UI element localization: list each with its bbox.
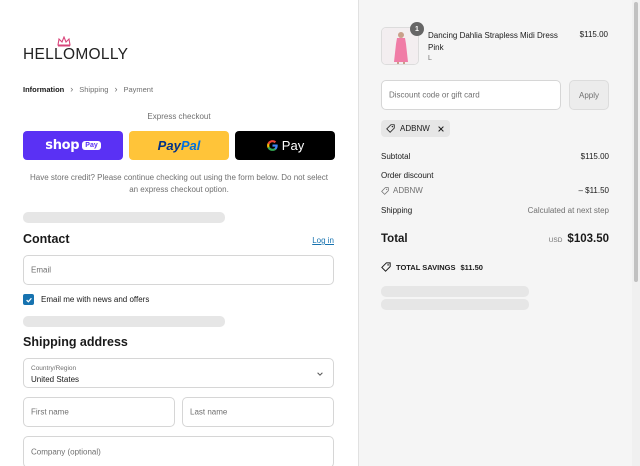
discount-code-label: ADBNW bbox=[393, 186, 423, 195]
order-discount-label: Order discount bbox=[381, 171, 434, 180]
last-name-placeholder: Last name bbox=[190, 407, 228, 417]
shop-pay-button[interactable]: shop Pay bbox=[23, 131, 123, 160]
tag-icon bbox=[381, 186, 389, 195]
country-value: United States bbox=[31, 375, 80, 384]
breadcrumb-payment[interactable]: Payment bbox=[123, 85, 153, 94]
total-currency: USD bbox=[548, 237, 563, 244]
shipping-label: Shipping bbox=[381, 206, 413, 215]
newsletter-checkbox[interactable] bbox=[23, 294, 34, 305]
order-discount-row: Order discount bbox=[381, 171, 609, 180]
loading-placeholder bbox=[381, 299, 529, 310]
chevron-right-icon: › bbox=[70, 84, 74, 94]
total-savings: TOTAL SAVINGS $11.50 bbox=[381, 262, 483, 272]
breadcrumb: Information › Shipping › Payment bbox=[23, 84, 153, 94]
order-summary: 1 Dancing Dahlia Strapless Midi Dress Pi… bbox=[358, 0, 640, 466]
total-row: Total USD $103.50 bbox=[381, 233, 609, 245]
breadcrumb-shipping[interactable]: Shipping bbox=[79, 85, 108, 94]
checkout-main: HELLOMOLLY Information › Shipping › Paym… bbox=[0, 0, 358, 466]
first-name-field[interactable]: First name bbox=[23, 397, 175, 427]
paypal-wordmark-pal: Pal bbox=[180, 138, 201, 153]
shop-pay-badge: Pay bbox=[82, 141, 101, 150]
email-field[interactable]: Email bbox=[23, 255, 334, 285]
login-link[interactable]: Log in bbox=[312, 236, 334, 245]
loading-placeholder bbox=[23, 316, 225, 327]
total-label: Total bbox=[381, 233, 408, 245]
company-placeholder: Company (optional) bbox=[31, 447, 101, 457]
product-price: $115.00 bbox=[579, 30, 608, 39]
chevron-down-icon bbox=[317, 372, 323, 376]
email-placeholder: Email bbox=[31, 265, 52, 275]
loading-placeholder bbox=[381, 286, 529, 297]
remove-discount-icon[interactable] bbox=[437, 125, 445, 133]
product-variant: L bbox=[428, 55, 432, 62]
subtotal-value: $115.00 bbox=[580, 152, 609, 161]
savings-value: $11.50 bbox=[460, 262, 483, 272]
company-field[interactable]: Company (optional) bbox=[23, 436, 334, 466]
last-name-field[interactable]: Last name bbox=[182, 397, 334, 427]
newsletter-label: Email me with news and offers bbox=[41, 295, 150, 304]
tag-icon bbox=[381, 262, 391, 272]
loading-placeholder bbox=[23, 212, 225, 223]
google-pay-button[interactable]: Pay bbox=[235, 131, 335, 160]
discount-code-wrap: ADBNW bbox=[381, 186, 423, 195]
quantity-badge: 1 bbox=[410, 22, 424, 36]
subtotal-label: Subtotal bbox=[381, 152, 411, 161]
breadcrumb-information: Information bbox=[23, 84, 65, 94]
tag-icon bbox=[386, 124, 395, 133]
savings-label: TOTAL SAVINGS bbox=[396, 262, 456, 272]
applied-code: ADBNW bbox=[400, 124, 430, 133]
shipping-row: Shipping Calculated at next step bbox=[381, 206, 609, 215]
google-g-icon bbox=[266, 140, 278, 151]
checkmark-icon bbox=[25, 297, 32, 303]
discount-placeholder: Discount code or gift card bbox=[389, 90, 480, 100]
total-value-wrap: USD $103.50 bbox=[549, 233, 609, 245]
discount-code-input[interactable]: Discount code or gift card bbox=[381, 80, 561, 110]
newsletter-option[interactable]: Email me with news and offers bbox=[23, 294, 149, 305]
paypal-wordmark-pay: Pay bbox=[157, 138, 181, 153]
shipping-value: Calculated at next step bbox=[527, 206, 609, 215]
first-name-placeholder: First name bbox=[31, 407, 69, 417]
scrollbar-thumb[interactable] bbox=[634, 2, 638, 282]
discount-code-row: ADBNW – $11.50 bbox=[381, 186, 609, 195]
chevron-right-icon: › bbox=[114, 84, 118, 94]
store-credit-note: Have store credit? Please continue check… bbox=[30, 173, 328, 194]
applied-discount-chip: ADBNW bbox=[381, 120, 450, 137]
brand-logo[interactable]: HELLOMOLLY bbox=[23, 36, 133, 66]
shop-pay-wordmark: shop bbox=[45, 138, 80, 153]
brand-name: HELLOMOLLY bbox=[23, 46, 129, 63]
contact-heading: Contact bbox=[23, 232, 70, 246]
country-select[interactable]: Country/Region United States bbox=[23, 358, 334, 388]
subtotal-row: Subtotal $115.00 bbox=[381, 152, 609, 161]
scrollbar[interactable] bbox=[632, 0, 640, 466]
discount-amount: – $11.50 bbox=[578, 186, 609, 195]
apply-discount-button[interactable]: Apply bbox=[569, 80, 609, 110]
shipping-address-heading: Shipping address bbox=[23, 335, 128, 349]
country-label: Country/Region bbox=[31, 365, 77, 372]
paypal-button[interactable]: Pay Pal bbox=[129, 131, 229, 160]
total-amount: $103.50 bbox=[567, 233, 609, 245]
product-name: Dancing Dahlia Strapless Midi Dress Pink bbox=[428, 31, 558, 52]
google-pay-label: Pay bbox=[281, 138, 305, 153]
express-checkout-label: Express checkout bbox=[147, 112, 211, 121]
